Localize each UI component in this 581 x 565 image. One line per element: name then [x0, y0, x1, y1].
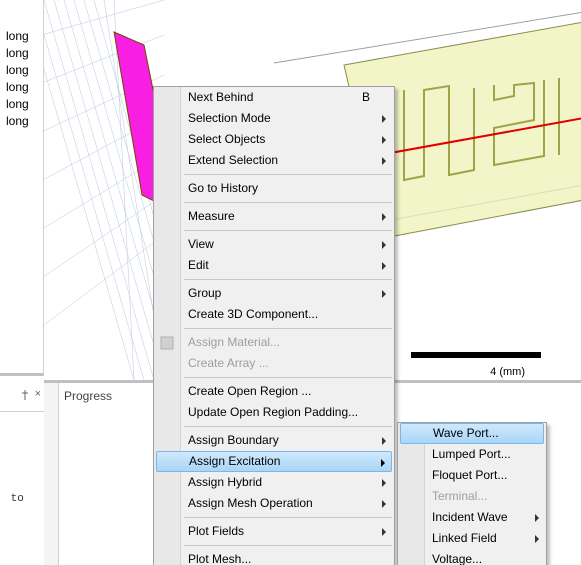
tree-item[interactable]: long — [0, 28, 43, 45]
bottom-left-panel: × to GE (0.2 E (0.2 < . 12月 09, — [0, 383, 45, 565]
menu-item-label: Edit — [188, 258, 209, 272]
menu-item-group[interactable]: Group — [154, 283, 394, 304]
menu-item-label: Plot Mesh... — [188, 552, 251, 565]
menu-item-view[interactable]: View — [154, 234, 394, 255]
menu-item-create-open-region[interactable]: Create Open Region ... — [154, 381, 394, 402]
menu-separator — [184, 202, 392, 203]
context-submenu-excitation: Wave Port... Lumped Port... Floquet Port… — [397, 422, 547, 565]
menu-item-label: Selection Mode — [188, 111, 271, 125]
menu-item-label: Assign Mesh Operation — [188, 496, 313, 510]
menu-separator — [184, 279, 392, 280]
chevron-right-icon — [382, 213, 386, 221]
tree-item[interactable]: long — [0, 45, 43, 62]
menu-item-label: Update Open Region Padding... — [188, 405, 358, 419]
tree-item[interactable]: long — [0, 79, 43, 96]
submenu-item-lumped-port[interactable]: Lumped Port... — [398, 444, 546, 465]
message-line: to — [4, 490, 40, 508]
menu-item-label: Select Objects — [188, 132, 265, 146]
menu-item-update-open-region-padding[interactable]: Update Open Region Padding... — [154, 402, 394, 423]
chevron-right-icon — [382, 241, 386, 249]
context-menu: Next Behind B Selection Mode Select Obje… — [153, 86, 395, 565]
menu-item-assign-material: Assign Material... — [154, 332, 394, 353]
menu-item-label: Create 3D Component... — [188, 307, 318, 321]
menu-item-plot-fields[interactable]: Plot Fields — [154, 521, 394, 542]
submenu-item-wave-port[interactable]: Wave Port... — [400, 423, 544, 444]
progress-title: Progress — [64, 389, 112, 403]
menu-item-next-behind[interactable]: Next Behind B — [154, 87, 394, 108]
app-root: long long long long long long — [0, 0, 581, 565]
menu-item-label: Assign Boundary — [188, 433, 279, 447]
menu-item-shortcut: B — [362, 87, 370, 108]
tree-item[interactable]: long — [0, 113, 43, 130]
menu-item-label: Voltage... — [432, 552, 482, 565]
menu-item-label: Terminal... — [432, 489, 487, 503]
menu-item-assign-hybrid[interactable]: Assign Hybrid — [154, 472, 394, 493]
chevron-right-icon — [382, 528, 386, 536]
chevron-right-icon — [382, 115, 386, 123]
menu-item-label: Extend Selection — [188, 153, 278, 167]
submenu-item-voltage[interactable]: Voltage... — [398, 549, 546, 565]
dock-splitter[interactable] — [44, 383, 59, 565]
menu-separator — [184, 377, 392, 378]
menu-item-label: Floquet Port... — [432, 468, 507, 482]
model-tree-panel: long long long long long long — [0, 0, 44, 376]
scale-bar-label: 4 (mm) — [490, 366, 525, 378]
menu-item-label: Assign Material... — [188, 335, 280, 349]
menu-item-label: Wave Port... — [433, 426, 499, 440]
menu-item-label: Go to History — [188, 181, 258, 195]
menu-item-label: Linked Field — [432, 531, 497, 545]
chevron-right-icon — [382, 290, 386, 298]
menu-item-edit[interactable]: Edit — [154, 255, 394, 276]
menu-separator — [184, 328, 392, 329]
tree-item[interactable]: long — [0, 96, 43, 113]
menu-item-label: View — [188, 237, 214, 251]
submenu-item-floquet-port[interactable]: Floquet Port... — [398, 465, 546, 486]
menu-item-go-to-history[interactable]: Go to History — [154, 178, 394, 199]
menu-item-label: Assign Hybrid — [188, 475, 262, 489]
scale-bar — [411, 352, 541, 358]
menu-item-label: Plot Fields — [188, 524, 244, 538]
chevron-right-icon — [382, 500, 386, 508]
chevron-right-icon — [535, 514, 539, 522]
chevron-right-icon — [382, 157, 386, 165]
menu-item-selection-mode[interactable]: Selection Mode — [154, 108, 394, 129]
menu-item-measure[interactable]: Measure — [154, 206, 394, 227]
submenu-item-linked-field[interactable]: Linked Field — [398, 528, 546, 549]
chevron-right-icon — [382, 437, 386, 445]
menu-separator — [184, 545, 392, 546]
menu-item-label: Assign Excitation — [189, 454, 280, 468]
menu-item-assign-mesh-operation[interactable]: Assign Mesh Operation — [154, 493, 394, 514]
menu-separator — [184, 517, 392, 518]
menu-item-assign-excitation[interactable]: Assign Excitation — [156, 451, 392, 472]
menu-separator — [184, 426, 392, 427]
menu-item-label: Measure — [188, 209, 235, 223]
chevron-right-icon — [381, 459, 385, 467]
menu-item-label: Lumped Port... — [432, 447, 511, 461]
close-icon[interactable]: × — [35, 388, 41, 400]
menu-item-plot-mesh[interactable]: Plot Mesh... — [154, 549, 394, 565]
chevron-right-icon — [382, 136, 386, 144]
menu-item-label: Next Behind — [188, 90, 253, 104]
menu-separator — [184, 174, 392, 175]
chevron-right-icon — [535, 535, 539, 543]
menu-item-label: Incident Wave — [432, 510, 508, 524]
menu-item-assign-boundary[interactable]: Assign Boundary — [154, 430, 394, 451]
menu-item-create-array: Create Array ... — [154, 353, 394, 374]
menu-item-label: Create Array ... — [188, 356, 269, 370]
material-icon — [159, 335, 175, 351]
pin-icon[interactable] — [20, 390, 30, 400]
chevron-right-icon — [382, 262, 386, 270]
tree-item[interactable]: long — [0, 62, 43, 79]
menu-separator — [184, 230, 392, 231]
chevron-right-icon — [382, 479, 386, 487]
submenu-item-incident-wave[interactable]: Incident Wave — [398, 507, 546, 528]
messages-panel: to GE (0.2 E (0.2 < . 12月 09, — [0, 411, 44, 565]
menu-item-label: Create Open Region ... — [188, 384, 311, 398]
menu-item-extend-selection[interactable]: Extend Selection — [154, 150, 394, 171]
menu-item-create-3d-component[interactable]: Create 3D Component... — [154, 304, 394, 325]
menu-item-select-objects[interactable]: Select Objects — [154, 129, 394, 150]
submenu-item-terminal: Terminal... — [398, 486, 546, 507]
menu-item-label: Group — [188, 286, 221, 300]
